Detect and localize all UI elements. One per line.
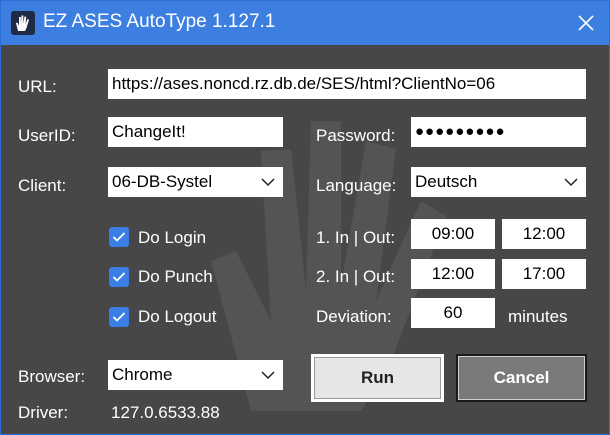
- chevron-down-icon: [261, 371, 275, 380]
- browser-value: Chrome: [112, 365, 173, 384]
- deviation-unit: minutes: [508, 307, 568, 326]
- cancel-button[interactable]: Cancel: [456, 354, 587, 402]
- language-label: Language:: [316, 176, 397, 195]
- window-title: EZ ASES AutoType 1.127.1: [43, 11, 276, 32]
- userid-label: UserID:: [18, 126, 76, 145]
- in-out-2-label: 2. In | Out:: [316, 267, 396, 286]
- url-field[interactable]: https://ases.noncd.rz.db.de/SES/html?Cli…: [108, 69, 586, 99]
- url-label: URL:: [18, 77, 57, 96]
- language-value: Deutsch: [415, 172, 478, 191]
- hand-icon: [11, 11, 35, 35]
- out-1-field[interactable]: 12:00: [502, 219, 586, 249]
- browser-dropdown[interactable]: Chrome: [108, 360, 283, 390]
- driver-value: 127.0.6533.88: [111, 403, 220, 422]
- client-value: 06-DB-Systel: [112, 172, 213, 191]
- password-label: Password:: [316, 126, 396, 145]
- app-window: EZ ASES AutoType 1.127.1 URL: https://as…: [0, 0, 610, 435]
- do-logout-label[interactable]: Do Logout: [138, 307, 216, 327]
- title-bar: EZ ASES AutoType 1.127.1: [1, 1, 609, 45]
- checkmark-icon: [112, 312, 126, 322]
- run-button[interactable]: Run: [311, 354, 444, 402]
- do-punch-checkbox[interactable]: [109, 267, 129, 287]
- chevron-down-icon: [261, 178, 275, 187]
- userid-field[interactable]: ChangeIt!: [108, 117, 283, 147]
- deviation-label: Deviation:: [316, 307, 392, 326]
- checkmark-icon: [112, 232, 126, 242]
- close-icon: [578, 15, 594, 31]
- out-2-field[interactable]: 17:00: [502, 259, 586, 289]
- browser-label: Browser:: [18, 367, 86, 386]
- chevron-down-icon: [564, 178, 578, 187]
- in-1-field[interactable]: 09:00: [411, 219, 495, 249]
- do-punch-label[interactable]: Do Punch: [138, 267, 213, 287]
- deviation-field[interactable]: 60: [411, 298, 495, 328]
- client-dropdown[interactable]: 06-DB-Systel: [108, 167, 283, 197]
- driver-label: Driver:: [18, 403, 69, 422]
- do-logout-checkbox[interactable]: [109, 307, 129, 327]
- checkmark-icon: [112, 272, 126, 282]
- client-label: Client:: [18, 176, 67, 195]
- language-dropdown[interactable]: Deutsch: [411, 167, 586, 197]
- password-field[interactable]: ●●●●●●●●●: [411, 117, 586, 147]
- in-2-field[interactable]: 12:00: [411, 259, 495, 289]
- close-button[interactable]: [563, 1, 609, 45]
- do-login-label[interactable]: Do Login: [138, 228, 206, 248]
- in-out-1-label: 1. In | Out:: [316, 228, 396, 247]
- do-login-checkbox[interactable]: [109, 227, 129, 247]
